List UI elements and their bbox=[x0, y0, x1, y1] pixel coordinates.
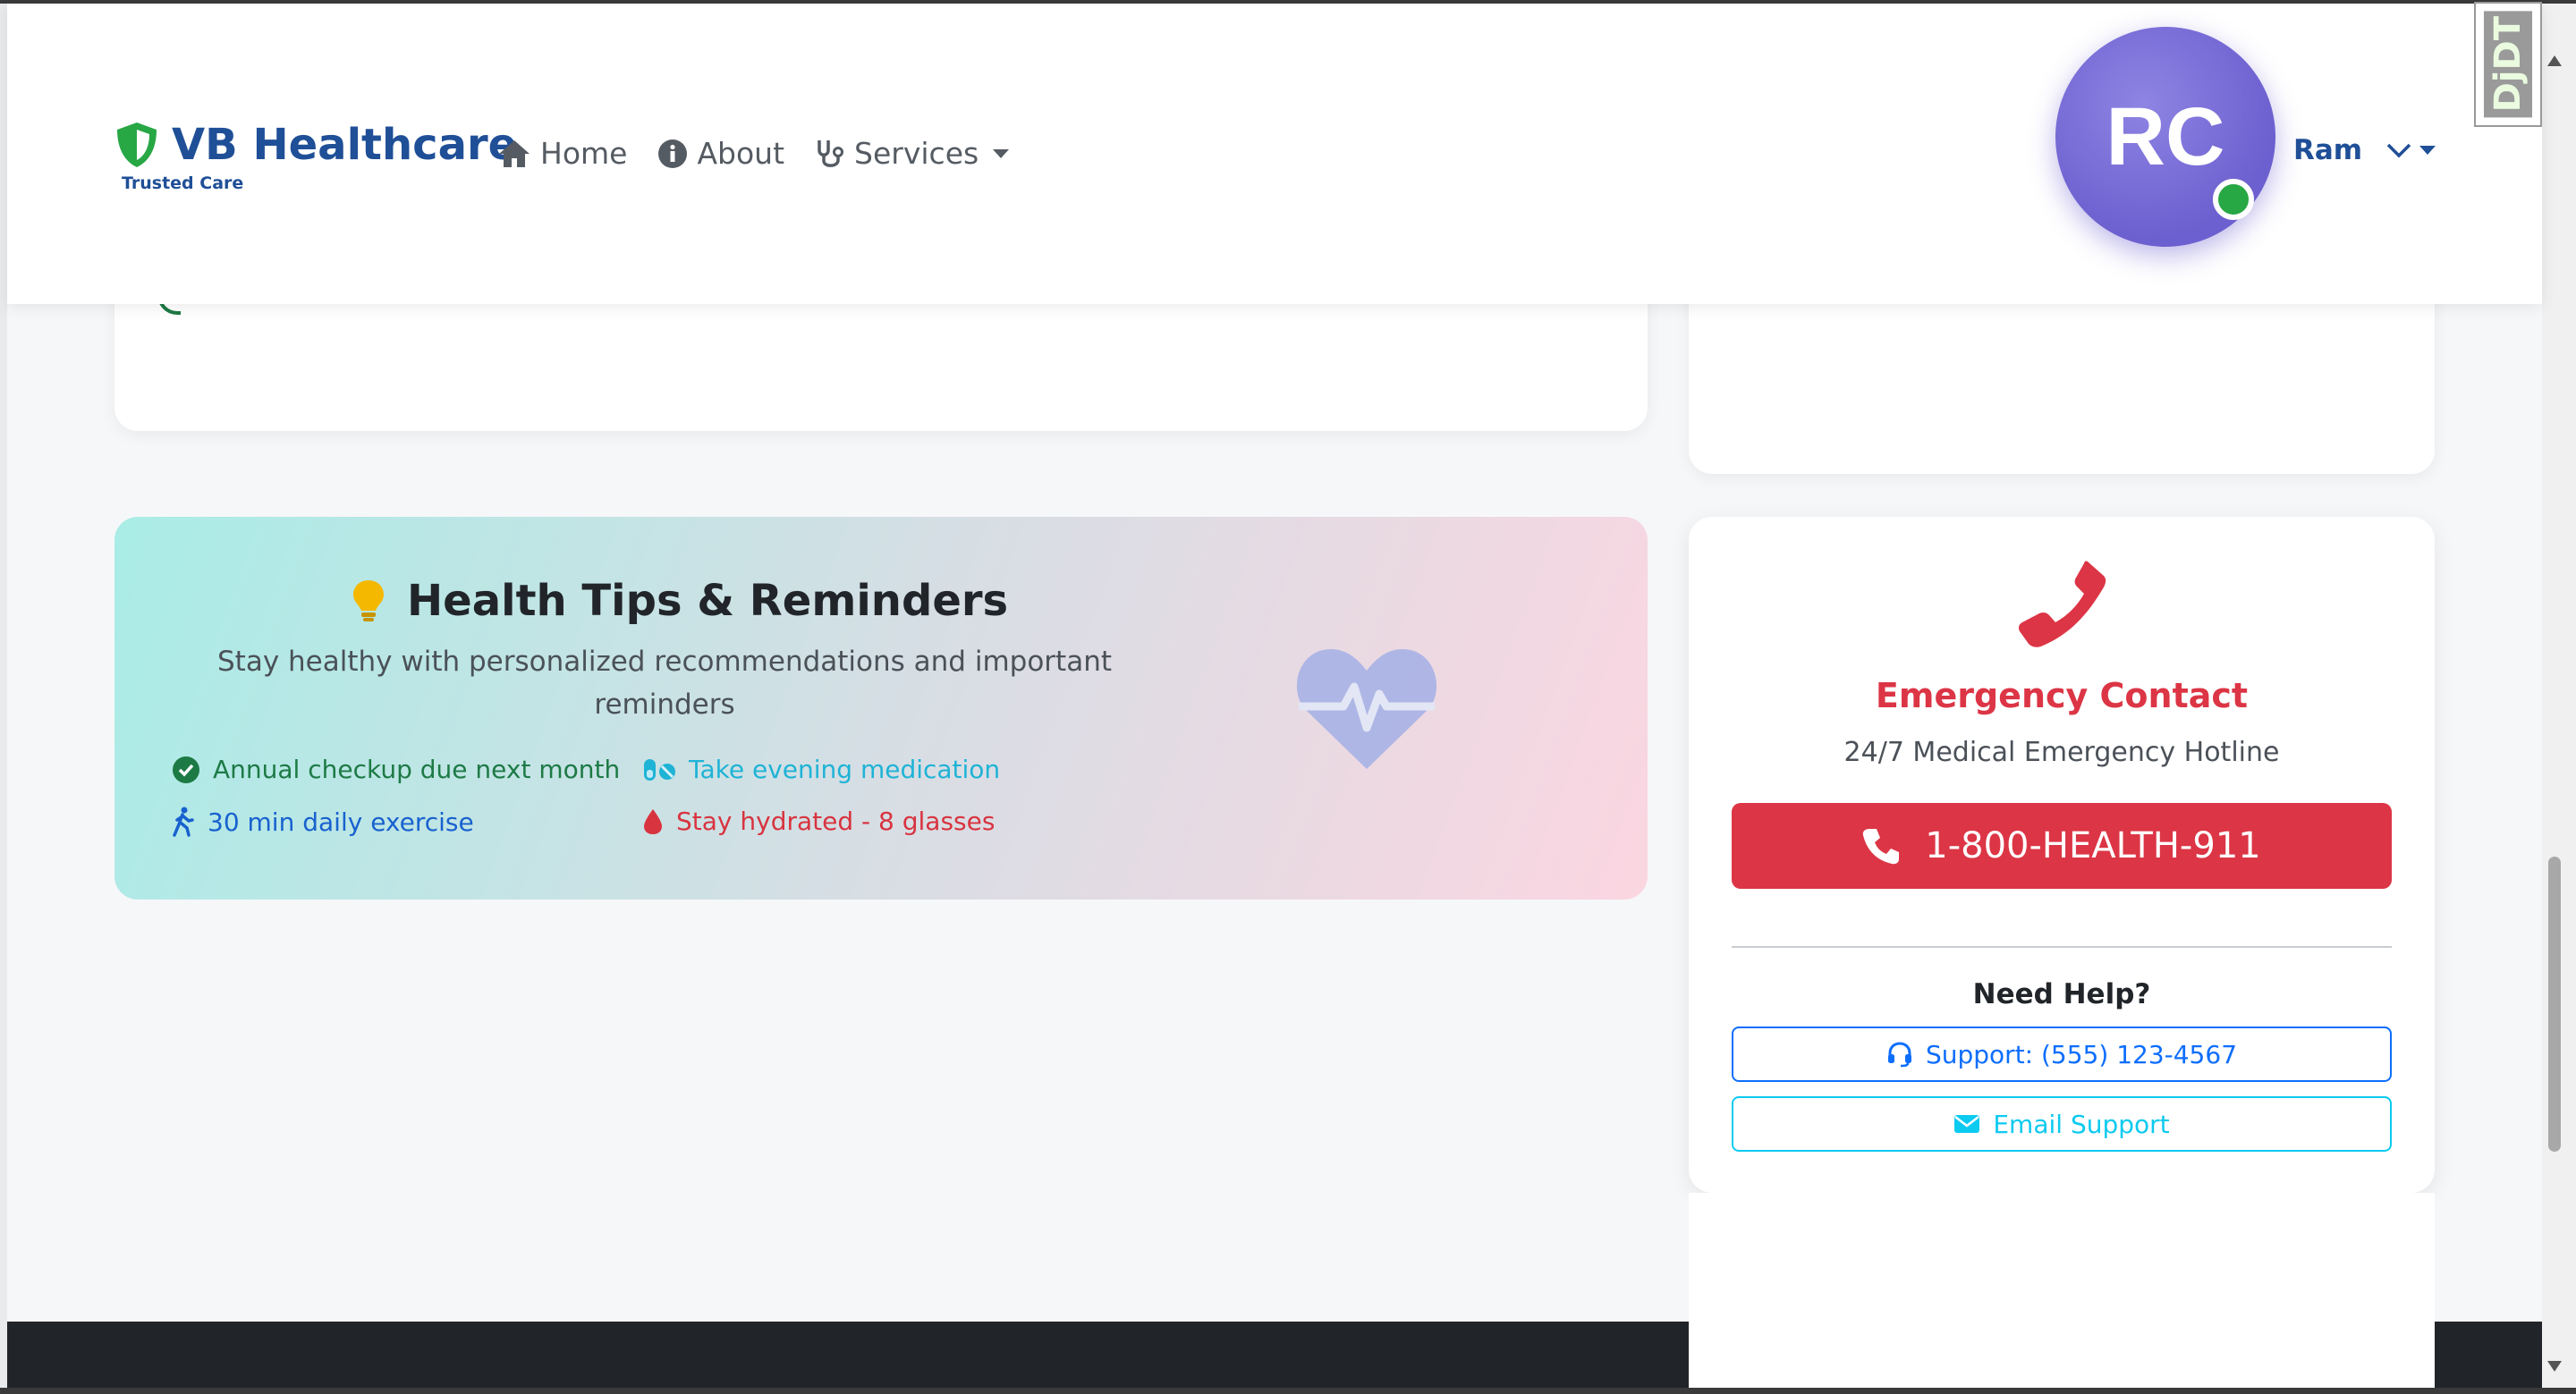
tip-text: Stay hydrated - 8 glasses bbox=[676, 807, 996, 836]
scroll-up-arrow-icon[interactable] bbox=[2547, 55, 2562, 66]
scrollbar-track[interactable] bbox=[2542, 4, 2576, 1388]
nav-services-dropdown[interactable]: Services bbox=[815, 136, 1010, 171]
user-name: Ram bbox=[2293, 134, 2363, 166]
tips-title-text: Health Tips & Reminders bbox=[407, 576, 1009, 626]
debug-toolbar-label: DjDT bbox=[2484, 11, 2532, 118]
brand-name: VB Healthcare bbox=[172, 120, 518, 170]
tips-title: Health Tips & Reminders bbox=[352, 576, 1008, 626]
tip-item: Take evening medication bbox=[642, 755, 1000, 784]
online-status-indicator bbox=[2213, 179, 2254, 220]
nav-links: Home About Services bbox=[497, 136, 1039, 171]
nav-about-label: About bbox=[697, 136, 785, 171]
tips-subtitle: Stay healthy with personalized recommend… bbox=[217, 646, 1112, 721]
chevron-down-icon bbox=[2386, 143, 2411, 158]
emergency-hotline-number: 1-800-HEALTH-911 bbox=[1925, 825, 2261, 866]
brand-tagline: Trusted Care bbox=[122, 173, 244, 193]
tip-text: Take evening medication bbox=[689, 755, 1001, 784]
support-phone-button[interactable]: Support: (555) 123-4567 bbox=[1732, 1026, 2392, 1082]
nav-home-label: Home bbox=[540, 136, 628, 171]
check-circle-icon bbox=[173, 756, 199, 783]
window-frame-bottom bbox=[0, 1388, 2576, 1394]
phone-icon bbox=[2019, 561, 2106, 647]
tip-text: 30 min daily exercise bbox=[208, 807, 474, 837]
emergency-subtitle: 24/7 Medical Emergency Hotline bbox=[1843, 737, 2280, 768]
shield-icon bbox=[117, 123, 157, 167]
email-support-button[interactable]: Email Support bbox=[1732, 1096, 2392, 1152]
sidebar-card-extension bbox=[1689, 1193, 2435, 1388]
walking-icon bbox=[173, 807, 194, 837]
emergency-title: Emergency Contact bbox=[1875, 676, 2249, 715]
nav-about[interactable]: About bbox=[657, 136, 784, 171]
tip-item: 30 min daily exercise bbox=[172, 807, 474, 837]
emergency-hotline-button[interactable]: 1-800-HEALTH-911 bbox=[1732, 803, 2392, 889]
tip-item: Stay hydrated - 8 glasses bbox=[642, 807, 995, 836]
email-support-label: Email Support bbox=[1993, 1109, 2170, 1139]
caret-down-icon bbox=[2419, 146, 2436, 155]
stethoscope-icon bbox=[818, 139, 844, 167]
window-frame-left bbox=[0, 0, 7, 1394]
nav-home[interactable]: Home bbox=[497, 136, 627, 171]
nav-services-label: Services bbox=[854, 136, 979, 171]
user-menu-dropdown[interactable]: Ram bbox=[2293, 134, 2436, 166]
debug-toolbar-handle[interactable]: DjDT bbox=[2474, 2, 2542, 127]
envelope-icon bbox=[1954, 1115, 1980, 1133]
brand[interactable]: VB Healthcare Trusted Care bbox=[114, 120, 517, 193]
heartbeat-icon bbox=[1296, 649, 1437, 769]
chevron-down-icon bbox=[993, 148, 1010, 158]
avatar-initials: RC bbox=[2106, 90, 2225, 182]
scroll-down-arrow-icon[interactable] bbox=[2547, 1361, 2562, 1372]
tip-item: Annual checkup due next month bbox=[172, 755, 620, 784]
support-phone-label: Support: (555) 123-4567 bbox=[1925, 1039, 2238, 1069]
emergency-contact-card: Emergency Contact 24/7 Medical Emergency… bbox=[1689, 517, 2435, 1193]
divider bbox=[1732, 946, 2392, 948]
water-drop-icon bbox=[644, 808, 662, 834]
phone-icon bbox=[1863, 829, 1900, 865]
pills-icon bbox=[644, 758, 675, 781]
lightbulb-icon bbox=[353, 580, 384, 621]
home-icon bbox=[499, 139, 530, 167]
health-tips-card: Health Tips & Reminders Stay healthy wit… bbox=[114, 517, 1648, 900]
scrollbar-thumb[interactable] bbox=[2548, 857, 2561, 1152]
headset-icon bbox=[1887, 1042, 1911, 1068]
tip-text: Annual checkup due next month bbox=[213, 755, 621, 784]
need-help-title: Need Help? bbox=[1972, 978, 2151, 1010]
info-icon bbox=[658, 139, 688, 168]
